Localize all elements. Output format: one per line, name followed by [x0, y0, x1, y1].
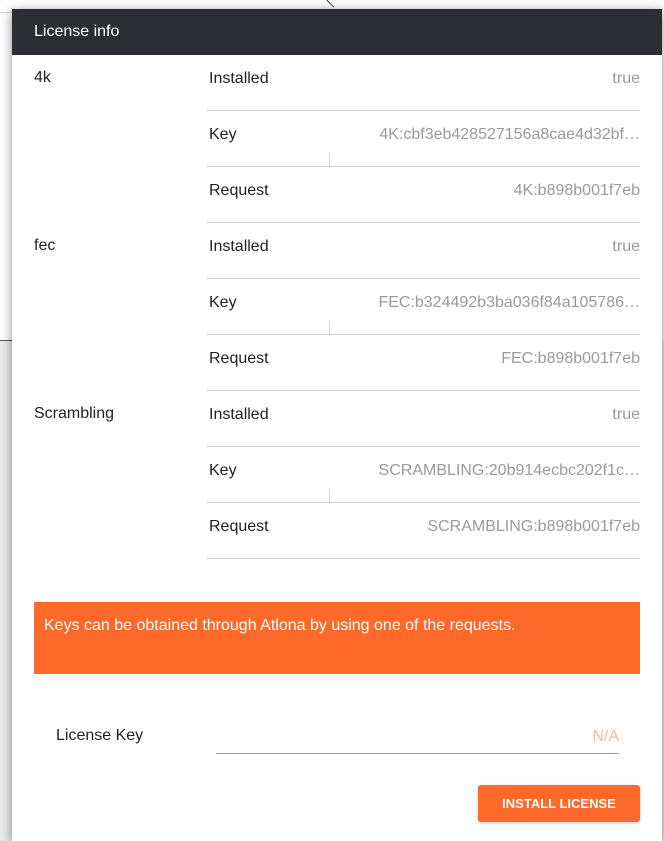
installed-label: Installed [209, 70, 269, 87]
request-field-edge [329, 489, 330, 502]
request-row: Request FEC:b898b001f7eb [207, 335, 640, 391]
request-row: Request 4K:b898b001f7eb [207, 167, 640, 223]
feature-name: fec [34, 237, 56, 254]
key-label: Key [209, 462, 237, 479]
feature-section-4k: 4k Installed true Key 4K:cbf3eb428527156… [12, 55, 662, 223]
install-license-button[interactable]: INSTALL LICENSE [478, 785, 640, 822]
key-value[interactable]: SCRAMBLING:20b914ecbc202f1c… [328, 462, 640, 480]
installed-row: Installed true [207, 223, 640, 279]
feature-section-fec: fec Installed true Key FEC:b324492b3ba03… [12, 223, 662, 391]
key-label: Key [209, 294, 237, 311]
key-value[interactable]: 4K:cbf3eb428527156a8cae4d32bf… [328, 126, 640, 144]
request-value[interactable]: FEC:b898b001f7eb [328, 350, 640, 368]
key-row: Key FEC:b324492b3ba036f84a105786… [207, 279, 640, 335]
installed-value: true [612, 238, 640, 255]
request-value[interactable]: 4K:b898b001f7eb [328, 182, 640, 200]
info-notice: Keys can be obtained through Atlona by u… [34, 602, 640, 674]
request-value[interactable]: SCRAMBLING:b898b001f7eb [328, 518, 640, 536]
key-row: Key 4K:cbf3eb428527156a8cae4d32bf… [207, 111, 640, 167]
request-field-edge [329, 321, 330, 334]
background-divider [0, 340, 12, 341]
request-row: Request SCRAMBLING:b898b001f7eb [207, 503, 640, 559]
dialog-title: License info [12, 9, 662, 55]
request-label: Request [209, 182, 269, 199]
feature-name: 4k [34, 69, 51, 86]
installed-label: Installed [209, 238, 269, 255]
license-key-input[interactable] [216, 721, 619, 754]
installed-row: Installed true [207, 55, 640, 111]
installed-label: Installed [209, 406, 269, 423]
key-row: Key SCRAMBLING:20b914ecbc202f1c… [207, 447, 640, 503]
installed-value: true [612, 406, 640, 423]
request-field-edge [329, 153, 330, 166]
feature-name: Scrambling [34, 405, 115, 422]
key-label: Key [209, 126, 237, 143]
license-key-label: License Key [56, 727, 144, 744]
key-value[interactable]: FEC:b324492b3ba036f84a105786… [328, 294, 640, 312]
request-label: Request [209, 350, 269, 367]
request-label: Request [209, 518, 269, 535]
background-divider [0, 12, 12, 13]
installed-value: true [612, 70, 640, 87]
feature-section-scrambling: Scrambling Installed true Key SCRAMBLING… [12, 391, 662, 559]
installed-row: Installed true [207, 391, 640, 447]
license-info-dialog: License info 4k Installed true Key 4K:cb… [12, 9, 662, 841]
